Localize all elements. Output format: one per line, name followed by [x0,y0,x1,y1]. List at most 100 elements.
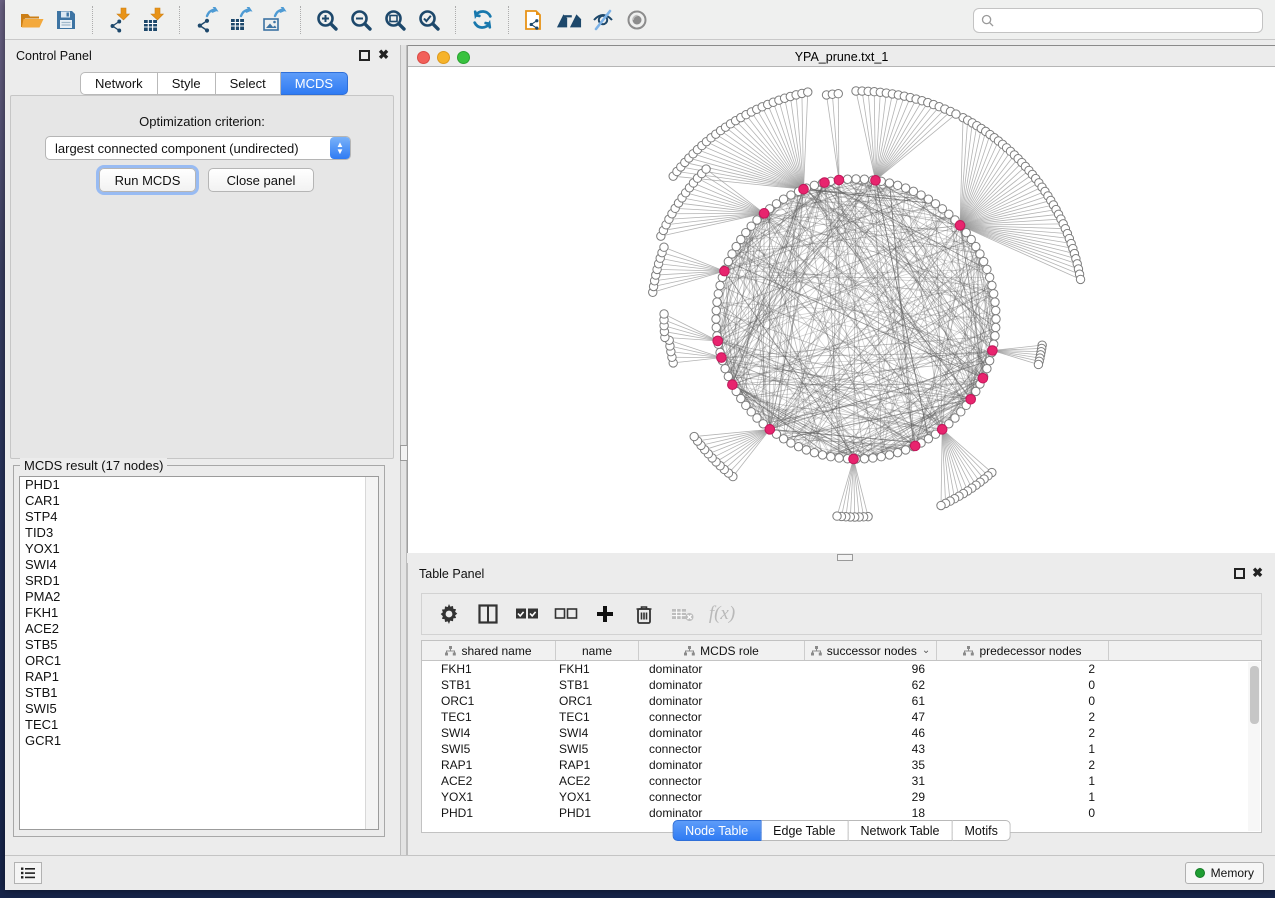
table-scrollbar-thumb[interactable] [1250,666,1259,724]
graph-satellite-node[interactable] [1076,275,1084,283]
search-field[interactable] [973,8,1263,33]
graph-node[interactable] [990,290,998,298]
tab-mcds[interactable]: MCDS [281,72,348,95]
float-table-panel-icon[interactable] [1234,568,1245,579]
graph-node[interactable] [712,306,720,314]
graph-node[interactable] [835,454,843,462]
mcds-result-item[interactable]: SRD1 [20,573,378,589]
horizontal-splitter[interactable] [407,553,1275,563]
mcds-result-item[interactable]: GCR1 [20,733,378,749]
graph-satellite-node[interactable] [804,88,812,96]
graph-node[interactable] [794,442,802,450]
cell-shared-name[interactable]: SWI4 [422,725,556,741]
add-row-icon[interactable] [592,602,618,626]
run-mcds-button[interactable]: Run MCDS [99,168,196,192]
table-row[interactable]: ACE2ACE2connector311 [422,773,1261,789]
cell-shared-name[interactable]: RAP1 [422,757,556,773]
mcds-result-item[interactable]: PMA2 [20,589,378,605]
graph-node[interactable] [843,175,851,183]
zoom-fit-icon[interactable] [382,7,408,33]
graph-mcds-node-PMA2[interactable] [966,395,976,405]
graph-node[interactable] [991,298,999,306]
cell-shared-name[interactable]: FKH1 [422,661,556,677]
graph-node[interactable] [893,181,901,189]
cell-mcds-role[interactable]: connector [639,741,805,757]
graph-node[interactable] [724,372,732,380]
import-network-icon[interactable] [106,7,132,33]
mcds-result-item[interactable]: TID3 [20,525,378,541]
cell-predecessor-nodes[interactable]: 2 [937,661,1109,677]
graph-node[interactable] [724,257,732,265]
horizontal-splitter-handle[interactable] [837,554,853,561]
column-header-MCDS-role[interactable]: MCDS role [639,641,805,660]
graph-mcds-node-STP4[interactable] [713,336,723,346]
graph-node[interactable] [827,453,835,461]
cell-predecessor-nodes[interactable]: 1 [937,773,1109,789]
cell-mcds-role[interactable]: dominator [639,677,805,693]
cell-name[interactable]: FKH1 [556,661,639,677]
graph-node[interactable] [869,454,877,462]
graph-mcds-node-ORC1[interactable] [871,176,881,186]
graph-node[interactable] [983,265,991,273]
table-row[interactable]: RAP1RAP1dominator352 [422,757,1261,773]
mcds-result-item[interactable]: CAR1 [20,493,378,509]
cell-shared-name[interactable]: YOX1 [422,789,556,805]
cell-mcds-role[interactable]: dominator [639,805,805,821]
graph-satellite-node[interactable] [1034,360,1042,368]
graph-node[interactable] [860,175,868,183]
binoculars-icon[interactable] [556,7,582,33]
table-row[interactable]: SWI5SWI5connector431 [422,741,1261,757]
mcds-result-item[interactable]: SWI5 [20,701,378,717]
graph-node[interactable] [979,257,987,265]
cell-mcds-role[interactable]: dominator [639,693,805,709]
cell-name[interactable]: SWI4 [556,725,639,741]
column-header-name[interactable]: name [556,641,639,660]
search-input[interactable] [999,11,1262,31]
graph-node[interactable] [716,281,724,289]
cell-mcds-role[interactable]: connector [639,709,805,725]
graph-node[interactable] [992,306,1000,314]
graph-node[interactable] [713,298,721,306]
cell-predecessor-nodes[interactable]: 0 [937,693,1109,709]
hide-selected-icon[interactable] [590,7,616,33]
graph-satellite-node[interactable] [833,512,841,520]
graph-node[interactable] [860,455,868,463]
cell-predecessor-nodes[interactable]: 2 [937,757,1109,773]
vertical-splitter[interactable] [400,45,407,855]
cell-name[interactable]: ACE2 [556,773,639,789]
mcds-result-item[interactable]: YOX1 [20,541,378,557]
cell-shared-name[interactable]: SWI5 [422,741,556,757]
graph-satellite-node[interactable] [952,110,960,118]
cell-mcds-role[interactable]: dominator [639,757,805,773]
table-row[interactable]: TEC1TEC1connector472 [422,709,1261,725]
cell-successor-nodes[interactable]: 61 [805,693,937,709]
network-window-titlebar[interactable]: YPA_prune.txt_1 [408,45,1275,67]
graph-node[interactable] [877,453,885,461]
tab-style[interactable]: Style [158,72,216,95]
zoom-in-icon[interactable] [314,7,340,33]
graph-mcds-node-CAR1[interactable] [717,353,727,363]
graph-satellite-node[interactable] [660,243,668,251]
cell-mcds-role[interactable]: dominator [639,661,805,677]
import-table-icon[interactable] [140,7,166,33]
graph-satellite-node[interactable] [834,89,842,97]
tab-select[interactable]: Select [216,72,281,95]
save-icon[interactable] [53,7,79,33]
select-all-icon[interactable] [514,602,540,626]
graph-node[interactable] [901,184,909,192]
cell-successor-nodes[interactable]: 31 [805,773,937,789]
cell-successor-nodes[interactable]: 35 [805,757,937,773]
cell-predecessor-nodes[interactable]: 1 [937,789,1109,805]
cell-name[interactable]: SWI5 [556,741,639,757]
graph-node[interactable] [787,191,795,199]
zoom-selected-icon[interactable] [416,7,442,33]
graph-mcds-node-TEC1[interactable] [759,209,769,219]
cell-predecessor-nodes[interactable]: 1 [937,741,1109,757]
cell-predecessor-nodes[interactable]: 0 [937,805,1109,821]
cell-mcds-role[interactable]: dominator [639,725,805,741]
graph-satellite-node[interactable] [937,501,945,509]
graph-node[interactable] [802,446,810,454]
graph-satellite-node[interactable] [660,310,668,318]
mcds-result-item[interactable]: RAP1 [20,669,378,685]
graph-node[interactable] [721,364,729,372]
